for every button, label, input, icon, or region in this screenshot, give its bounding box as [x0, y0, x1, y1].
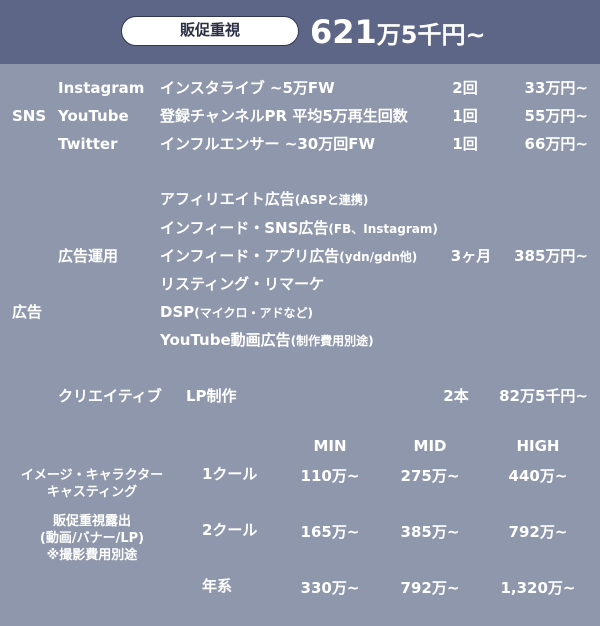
- term-label: 1クール: [202, 465, 258, 483]
- sns-content-instagram: インスタライブ ~5万FW: [160, 79, 335, 97]
- column-header-mid: MID: [413, 437, 447, 455]
- sns-platform-twitter: Twitter: [58, 135, 118, 153]
- price-cell: 1,320万~: [500, 579, 576, 597]
- column-header-min: MIN: [313, 437, 347, 455]
- column-header-high: HIGH: [516, 437, 560, 455]
- creative-count: 2本: [443, 387, 469, 405]
- sns-price-instagram: 33万円~: [524, 79, 588, 97]
- price-cell: 385万~: [400, 523, 460, 541]
- sns-platform-instagram: Instagram: [58, 79, 145, 97]
- ad-item: インフィード・SNS広告(FB、Instagram): [160, 219, 438, 237]
- price-cell: 440万~: [508, 467, 568, 485]
- plan-price-unit: 万5千円~: [376, 21, 486, 49]
- term-label: 年系: [202, 577, 233, 595]
- casting-sub-line1: 販促重視露出: [52, 514, 131, 529]
- sns-content-twitter: インフルエンサー ~30万回FW: [160, 135, 376, 153]
- ads-count: 3ヶ月: [450, 247, 492, 265]
- plan-price-number: 621: [310, 13, 377, 51]
- creative-label: クリエイティブ: [58, 387, 162, 405]
- ad-item: DSP(マイクロ・アドなど): [160, 303, 313, 321]
- sns-count-twitter: 1回: [452, 135, 478, 153]
- sns-section-label: SNS: [12, 107, 47, 125]
- price-cell: 330万~: [300, 579, 360, 597]
- plan-badge: 販促重視: [121, 16, 299, 46]
- creative-price: 82万5千円~: [499, 387, 588, 405]
- sns-price-youtube: 55万円~: [524, 107, 588, 125]
- ad-item: インフィード・アプリ広告(ydn/gdn他): [160, 247, 418, 265]
- ads-group-label: 広告運用: [58, 247, 119, 265]
- ad-item: リスティング・リマーケ: [160, 275, 325, 293]
- ad-item: アフィリエイト広告(ASPと連携): [160, 190, 369, 208]
- ads-section-label: 広告: [12, 303, 43, 321]
- price-cell: 165万~: [300, 523, 360, 541]
- sns-platform-youtube: YouTube: [58, 107, 129, 125]
- casting-sub-line2: (動画/バナー/LP): [39, 531, 145, 546]
- ad-item: YouTube動画広告(制作費用別途): [160, 331, 374, 349]
- casting-label-line2: キャスティング: [46, 485, 138, 500]
- sns-count-youtube: 1回: [452, 107, 478, 125]
- plan-price: 621万5千円~: [310, 14, 486, 53]
- sns-price-twitter: 66万円~: [524, 135, 588, 153]
- creative-item: LP制作: [186, 387, 237, 405]
- price-cell: 275万~: [400, 467, 460, 485]
- term-label: 2クール: [202, 521, 258, 539]
- sns-count-instagram: 2回: [452, 79, 478, 97]
- sns-content-youtube: 登録チャンネルPR 平均5万再生回数: [160, 107, 408, 125]
- ads-price: 385万円~: [514, 247, 588, 265]
- casting-label-line1: イメージ・キャラクター: [20, 468, 164, 483]
- price-cell: 110万~: [300, 467, 360, 485]
- header-bar: 販促重視 621万5千円~: [0, 0, 600, 64]
- price-cell: 792万~: [400, 579, 460, 597]
- price-cell: 792万~: [508, 523, 568, 541]
- casting-sub-line3: ※撮影費用別途: [46, 548, 138, 563]
